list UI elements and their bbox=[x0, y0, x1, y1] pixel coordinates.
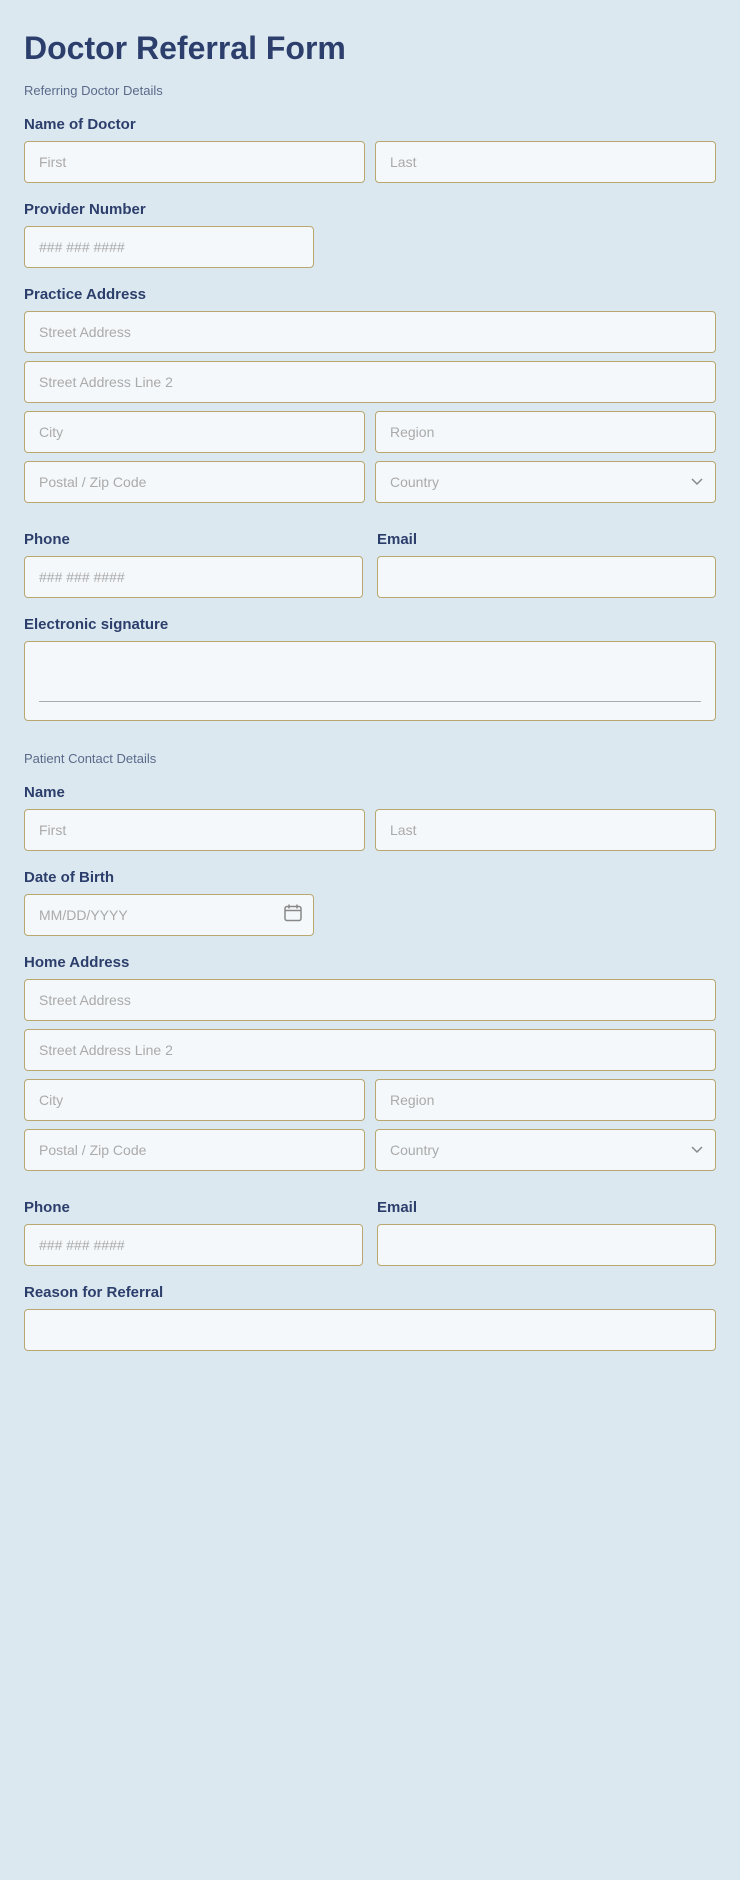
patient-phone-label: Phone bbox=[24, 1199, 363, 1216]
signature-line bbox=[39, 701, 701, 702]
provider-number-label: Provider Number bbox=[24, 201, 716, 218]
home-address-label: Home Address bbox=[24, 954, 716, 971]
practice-street1-input[interactable] bbox=[24, 311, 716, 353]
doctor-email-label: Email bbox=[377, 531, 716, 548]
reason-for-referral-input[interactable] bbox=[24, 1309, 716, 1351]
practice-city-input[interactable] bbox=[24, 411, 365, 453]
patient-first-name-input[interactable] bbox=[24, 809, 365, 851]
patient-email-label: Email bbox=[377, 1199, 716, 1216]
reason-for-referral-label: Reason for Referral bbox=[24, 1284, 716, 1301]
practice-postal-input[interactable] bbox=[24, 461, 365, 503]
doctor-email-input[interactable] bbox=[377, 556, 716, 598]
home-postal-input[interactable] bbox=[24, 1129, 365, 1171]
page-title: Doctor Referral Form bbox=[24, 30, 716, 67]
practice-street2-input[interactable] bbox=[24, 361, 716, 403]
patient-contact-section-label: Patient Contact Details bbox=[24, 751, 716, 766]
signature-box[interactable] bbox=[24, 641, 716, 721]
practice-region-input[interactable] bbox=[375, 411, 716, 453]
doctor-phone-input[interactable] bbox=[24, 556, 363, 598]
practice-country-select[interactable]: Country United States Australia United K… bbox=[375, 461, 716, 503]
dob-label: Date of Birth bbox=[24, 869, 716, 886]
doctor-phone-label: Phone bbox=[24, 531, 363, 548]
provider-number-input[interactable] bbox=[24, 226, 314, 268]
doctor-first-name-input[interactable] bbox=[24, 141, 365, 183]
dob-input[interactable] bbox=[24, 894, 314, 936]
home-region-input[interactable] bbox=[375, 1079, 716, 1121]
practice-address-label: Practice Address bbox=[24, 286, 716, 303]
home-country-select[interactable]: Country United States Australia United K… bbox=[375, 1129, 716, 1171]
patient-email-input[interactable] bbox=[377, 1224, 716, 1266]
dob-wrapper bbox=[24, 894, 314, 936]
electronic-signature-label: Electronic signature bbox=[24, 616, 716, 633]
home-street1-input[interactable] bbox=[24, 979, 716, 1021]
home-city-input[interactable] bbox=[24, 1079, 365, 1121]
patient-phone-input[interactable] bbox=[24, 1224, 363, 1266]
patient-last-name-input[interactable] bbox=[375, 809, 716, 851]
patient-name-label: Name bbox=[24, 784, 716, 801]
doctor-last-name-input[interactable] bbox=[375, 141, 716, 183]
home-street2-input[interactable] bbox=[24, 1029, 716, 1071]
name-of-doctor-label: Name of Doctor bbox=[24, 116, 716, 133]
referring-doctor-section-label: Referring Doctor Details bbox=[24, 83, 716, 98]
